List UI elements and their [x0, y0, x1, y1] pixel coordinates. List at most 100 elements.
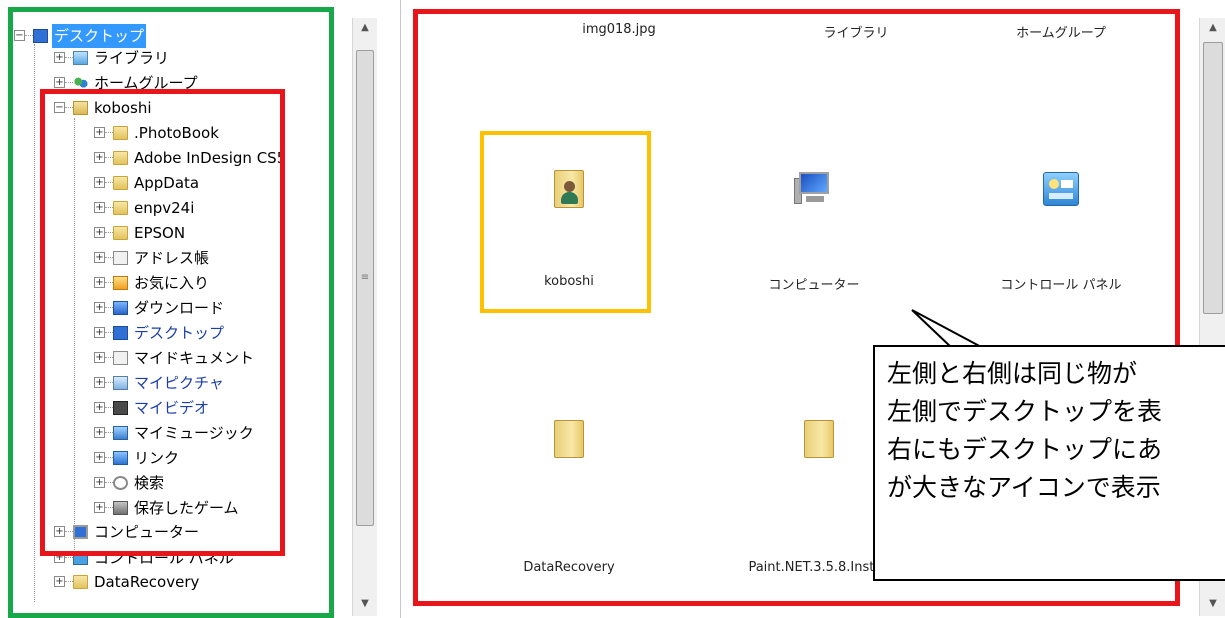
tree-item-label[interactable]: お気に入り — [132, 271, 211, 295]
music-icon — [113, 426, 128, 440]
tree-connector — [65, 57, 73, 58]
tree-item-label[interactable]: EPSON — [132, 221, 187, 245]
tree-item-label[interactable]: AppData — [132, 171, 201, 195]
callout-line: 右にもデスクトップにあ — [887, 435, 1163, 464]
tree-item[interactable]: + リンク — [0, 446, 350, 470]
tree-item[interactable]: + ダウンロード — [0, 296, 350, 320]
expand-icon[interactable]: + — [94, 277, 105, 288]
tree-item[interactable]: + アドレス帳 — [0, 246, 350, 270]
expand-icon[interactable]: + — [94, 252, 105, 263]
library-icon — [73, 51, 88, 65]
desktop-icon — [113, 326, 128, 340]
tree-item[interactable]: + Adobe InDesign CS5 — [0, 146, 350, 170]
tree-item[interactable]: + コントロール パネル — [0, 546, 350, 570]
tree-scrollbar[interactable]: ▲ ≡ ▼ — [352, 18, 377, 616]
expand-icon[interactable]: + — [94, 177, 105, 188]
tree-item[interactable]: + デスクトップ — [0, 321, 350, 345]
tree-connector — [65, 107, 73, 108]
tree-item[interactable]: + マイミュージック — [0, 421, 350, 445]
callout-line: 左側と右側は同じ物が — [887, 359, 1138, 388]
expand-icon[interactable]: + — [94, 152, 105, 163]
tree-item-label[interactable]: アドレス帳 — [132, 246, 211, 270]
tree-item-label[interactable]: マイピクチャ — [132, 371, 226, 395]
expand-icon[interactable]: + — [94, 127, 105, 138]
tree-item-label[interactable]: コンピューター — [92, 520, 201, 544]
tree-item-label[interactable]: デスクトップ — [132, 321, 226, 345]
expand-icon[interactable]: + — [94, 302, 105, 313]
folder-tree-pane: − デスクトップ + ライブラリ + ホームグループ − koboshi + .PhotoBook… — [0, 0, 382, 618]
tree-item[interactable]: + 検索 — [0, 471, 350, 495]
documents-icon — [113, 351, 128, 365]
expand-icon[interactable]: + — [94, 227, 105, 238]
item-label-homegroup[interactable]: ホームグループ — [1016, 22, 1106, 41]
tree-item-label[interactable]: 検索 — [132, 471, 166, 495]
folder-icon — [113, 126, 128, 140]
annotation-callout: 左側と右側は同じ物が 左側でデスクトップを表 右にもデスクトップにあ が大きなア… — [873, 345, 1225, 581]
tree-item[interactable]: − koboshi — [0, 96, 350, 120]
tree-item[interactable]: + EPSON — [0, 221, 350, 245]
tree-item[interactable]: + ホームグループ — [0, 71, 350, 95]
expand-icon[interactable]: + — [94, 377, 105, 388]
tree-item-label[interactable]: コントロール パネル — [92, 546, 236, 570]
scroll-up-arrow-icon[interactable]: ▲ — [1200, 18, 1225, 38]
expand-icon[interactable]: + — [54, 526, 65, 537]
tree-item[interactable]: − デスクトップ — [0, 24, 350, 48]
expand-icon[interactable]: + — [94, 502, 105, 513]
search-icon — [113, 476, 128, 490]
tree-connector — [105, 257, 113, 258]
tree-item-label[interactable]: ホームグループ — [92, 71, 200, 95]
tree-item-label[interactable]: 保存したゲーム — [132, 496, 241, 520]
tree-item-label[interactable]: .PhotoBook — [132, 121, 221, 145]
tree-item-label[interactable]: DataRecovery — [92, 570, 201, 594]
collapse-icon[interactable]: − — [14, 30, 25, 41]
tree-item[interactable]: + 保存したゲーム — [0, 496, 350, 520]
item-label-img018[interactable]: img018.jpg — [582, 22, 656, 37]
folder-icon — [804, 420, 834, 458]
tree-connector — [105, 357, 113, 358]
tree-item[interactable]: + .PhotoBook — [0, 121, 350, 145]
tree-item-label[interactable]: ライブラリ — [92, 46, 171, 70]
scrollbar-thumb[interactable] — [356, 50, 374, 526]
tree-item[interactable]: + ライブラリ — [0, 46, 350, 70]
tree-item-label[interactable]: リンク — [132, 446, 181, 470]
tree-item[interactable]: + マイピクチャ — [0, 371, 350, 395]
expand-icon[interactable]: + — [54, 77, 65, 88]
scroll-down-arrow-icon[interactable]: ▼ — [1200, 594, 1225, 614]
tree-item-label[interactable]: ダウンロード — [132, 296, 226, 320]
expand-icon[interactable]: + — [94, 352, 105, 363]
scroll-down-arrow-icon[interactable]: ▼ — [353, 594, 377, 614]
tree-item-label[interactable]: Adobe InDesign CS5 — [132, 146, 288, 170]
expand-icon[interactable]: + — [54, 552, 65, 563]
expand-icon[interactable]: + — [94, 452, 105, 463]
expand-icon[interactable]: + — [94, 202, 105, 213]
folder-icon — [113, 151, 128, 165]
tree-item[interactable]: + enpv24i — [0, 196, 350, 220]
collapse-icon[interactable]: − — [54, 102, 65, 113]
folder-icon — [113, 176, 128, 190]
tree-item-label[interactable]: enpv24i — [132, 196, 196, 220]
tree-item[interactable]: + マイドキュメント — [0, 346, 350, 370]
tree-item[interactable]: + コンピューター — [0, 520, 350, 544]
tree-item[interactable]: + マイビデオ — [0, 396, 350, 420]
tree-item[interactable]: + AppData — [0, 171, 350, 195]
tree-item-label[interactable]: koboshi — [92, 96, 154, 120]
tree-connector — [105, 507, 113, 508]
tree-item-label[interactable]: マイビデオ — [132, 396, 211, 420]
tree-item-label[interactable]: デスクトップ — [52, 24, 147, 48]
expand-icon[interactable]: + — [54, 576, 65, 587]
tree-item[interactable]: + DataRecovery — [0, 570, 350, 594]
tree-connector — [105, 182, 113, 183]
expand-icon[interactable]: + — [54, 52, 65, 63]
item-label-library[interactable]: ライブラリ — [823, 22, 888, 41]
scrollbar-thumb[interactable] — [1203, 42, 1223, 314]
expand-icon[interactable]: + — [94, 427, 105, 438]
expand-icon[interactable]: + — [94, 477, 105, 488]
tree-item[interactable]: + お気に入り — [0, 271, 350, 295]
favorites-icon — [113, 276, 128, 290]
tree-connector — [105, 132, 113, 133]
tree-item-label[interactable]: マイミュージック — [132, 421, 256, 445]
expand-icon[interactable]: + — [94, 327, 105, 338]
tree-item-label[interactable]: マイドキュメント — [132, 346, 256, 370]
scroll-up-arrow-icon[interactable]: ▲ — [353, 18, 377, 38]
expand-icon[interactable]: + — [94, 402, 105, 413]
